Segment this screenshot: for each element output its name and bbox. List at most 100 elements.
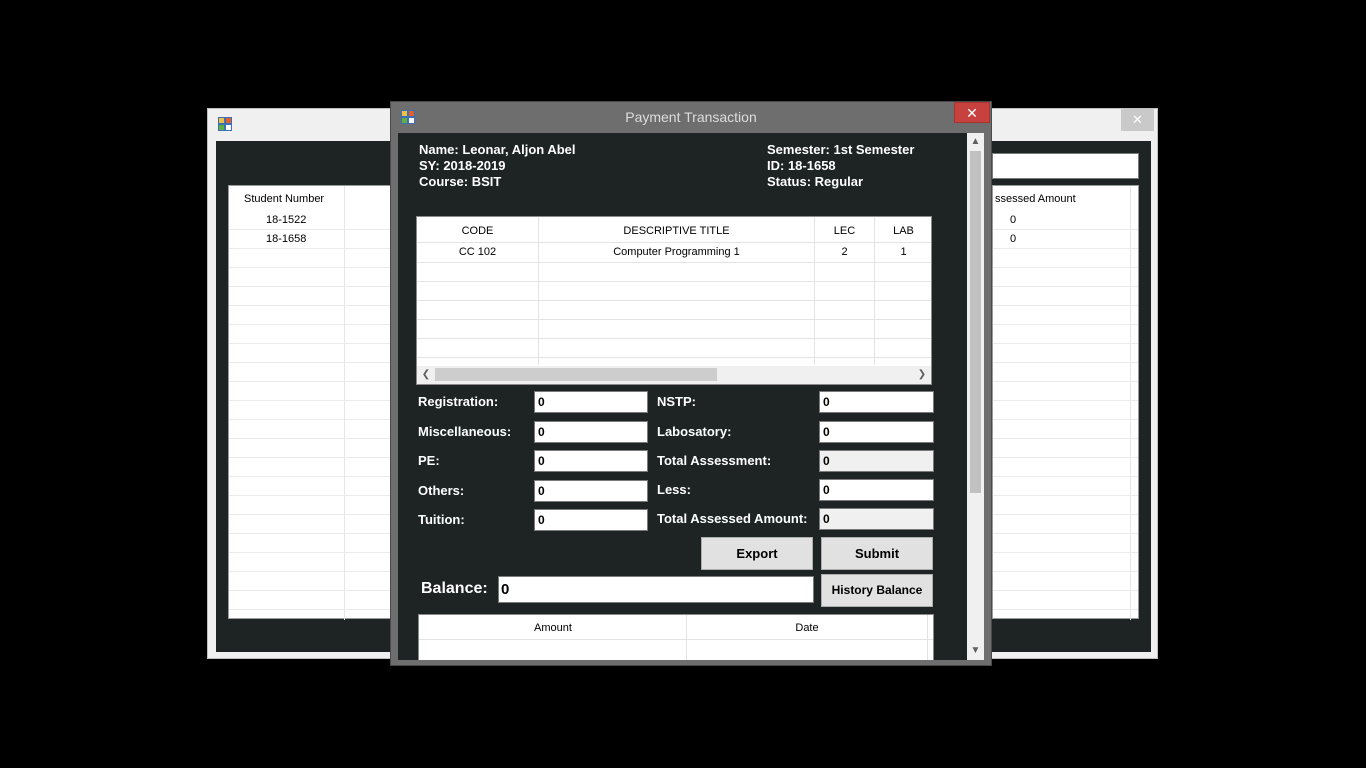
scrollbar-thumb[interactable] xyxy=(435,368,717,381)
payment-history-grid[interactable]: Amount Date xyxy=(418,614,934,660)
grid-divider xyxy=(874,217,875,365)
column-header-student-number[interactable]: Student Number xyxy=(244,193,324,205)
table-row xyxy=(993,515,1138,534)
column-header-lab[interactable]: LAB xyxy=(874,225,931,237)
student-id: ID: 18-1658 xyxy=(767,158,836,173)
grid-divider xyxy=(927,615,928,660)
table-row xyxy=(229,477,397,496)
column-header-lec[interactable]: LEC xyxy=(815,225,874,237)
column-header-descriptive-title[interactable]: DESCRIPTIVE TITLE xyxy=(538,225,815,237)
table-row xyxy=(993,420,1138,439)
table-row xyxy=(229,325,397,344)
table-row xyxy=(993,287,1138,306)
balance-field[interactable]: 0 xyxy=(498,576,814,603)
table-row xyxy=(993,363,1138,382)
grid-divider xyxy=(538,217,539,365)
less-label: Less: xyxy=(657,482,691,497)
total-assessed-amount-label: Total Assessed Amount: xyxy=(657,511,808,526)
table-row xyxy=(993,401,1138,420)
table-row xyxy=(993,306,1138,325)
registration-label: Registration: xyxy=(418,394,499,409)
student-number-cell: 18-1522 xyxy=(266,214,307,226)
table-row xyxy=(229,458,397,477)
grid-divider xyxy=(419,639,933,640)
vertical-scrollbar[interactable]: ▲ ▼ xyxy=(967,133,984,660)
table-row[interactable]: 0 xyxy=(993,211,1138,230)
grid-divider xyxy=(417,262,931,263)
table-row xyxy=(993,534,1138,553)
tuition-field[interactable]: 0 xyxy=(534,509,648,531)
table-row xyxy=(229,382,397,401)
table-row xyxy=(993,382,1138,401)
semester: Semester: 1st Semester xyxy=(767,142,915,157)
grid-divider xyxy=(814,217,815,365)
table-row xyxy=(229,249,397,268)
subjects-grid[interactable]: CODE DESCRIPTIVE TITLE LEC LAB CC 102 Co… xyxy=(416,216,932,385)
laboratory-field[interactable]: 0 xyxy=(819,421,934,443)
scroll-up-icon[interactable]: ▲ xyxy=(967,136,984,147)
others-label: Others: xyxy=(418,483,465,498)
payment-transaction-dialog: Payment Transaction ✕ Name: Leonar, Aljo… xyxy=(390,101,992,666)
close-button[interactable]: ✕ xyxy=(954,102,990,123)
table-row xyxy=(993,591,1138,610)
scroll-left-icon[interactable]: ❮ xyxy=(419,369,433,380)
student-grid[interactable]: Student Number 18-1522 18-1658 xyxy=(228,185,398,620)
scrollbar-thumb[interactable] xyxy=(970,151,981,493)
balance-label: Balance: xyxy=(421,580,488,597)
table-row xyxy=(993,344,1138,363)
table-row[interactable]: 0 xyxy=(993,230,1138,249)
table-row xyxy=(229,363,397,382)
scroll-down-icon[interactable]: ▼ xyxy=(967,645,984,656)
history-balance-button[interactable]: History Balance xyxy=(821,574,933,607)
column-header-amount[interactable]: Amount xyxy=(419,622,687,634)
table-row[interactable]: 18-1658 xyxy=(229,230,397,249)
table-row xyxy=(993,553,1138,572)
horizontal-scrollbar[interactable]: ❮ ❯ xyxy=(417,366,931,384)
column-header-date[interactable]: Date xyxy=(687,622,927,634)
others-field[interactable]: 0 xyxy=(534,480,648,502)
table-row xyxy=(993,439,1138,458)
assessment-grid[interactable]: ssessed Amount 0 0 xyxy=(992,185,1139,620)
nstp-field[interactable]: 0 xyxy=(819,391,934,413)
table-row xyxy=(229,287,397,306)
miscellaneous-field[interactable]: 0 xyxy=(534,421,648,443)
laboratory-label: Labosatory: xyxy=(657,424,732,439)
scroll-right-icon[interactable]: ❯ xyxy=(915,369,929,380)
close-button[interactable]: ✕ xyxy=(1121,109,1154,131)
assessed-amount-cell: 0 xyxy=(1010,233,1017,245)
table-row xyxy=(993,572,1138,591)
school-year: SY: 2018-2019 xyxy=(419,158,506,173)
table-row[interactable]: CC 102 Computer Programming 1 2 1 xyxy=(417,243,931,262)
table-row xyxy=(229,401,397,420)
pe-field[interactable]: 0 xyxy=(534,450,648,472)
table-row xyxy=(993,249,1138,268)
table-row xyxy=(229,344,397,363)
student-number-cell: 18-1658 xyxy=(266,233,307,245)
miscellaneous-label: Miscellaneous: xyxy=(418,424,512,439)
student-name: Name: Leonar, Aljon Abel xyxy=(419,142,576,157)
column-header-assessed-amount[interactable]: ssessed Amount xyxy=(995,193,1076,205)
table-row xyxy=(229,553,397,572)
dialog-title: Payment Transaction xyxy=(625,109,757,125)
table-row xyxy=(993,268,1138,287)
table-row xyxy=(993,496,1138,515)
title-cell: Computer Programming 1 xyxy=(613,246,740,258)
table-row xyxy=(229,420,397,439)
export-button[interactable]: Export xyxy=(701,537,813,570)
grid-divider xyxy=(686,615,687,660)
grid-divider xyxy=(417,338,931,339)
table-row[interactable]: 18-1522 xyxy=(229,211,397,230)
registration-field[interactable]: 0 xyxy=(534,391,648,413)
column-header-code[interactable]: CODE xyxy=(417,225,538,237)
table-row xyxy=(229,572,397,591)
pe-label: PE: xyxy=(418,453,440,468)
table-row xyxy=(993,477,1138,496)
submit-button[interactable]: Submit xyxy=(821,537,933,570)
title-bar[interactable]: Payment Transaction ✕ xyxy=(391,102,991,132)
table-row xyxy=(993,458,1138,477)
less-field[interactable]: 0 xyxy=(819,479,934,501)
dialog-content: Name: Leonar, Aljon Abel SY: 2018-2019 C… xyxy=(398,133,984,660)
grid-divider xyxy=(417,300,931,301)
search-input[interactable] xyxy=(992,153,1139,179)
grid-divider xyxy=(417,319,931,320)
